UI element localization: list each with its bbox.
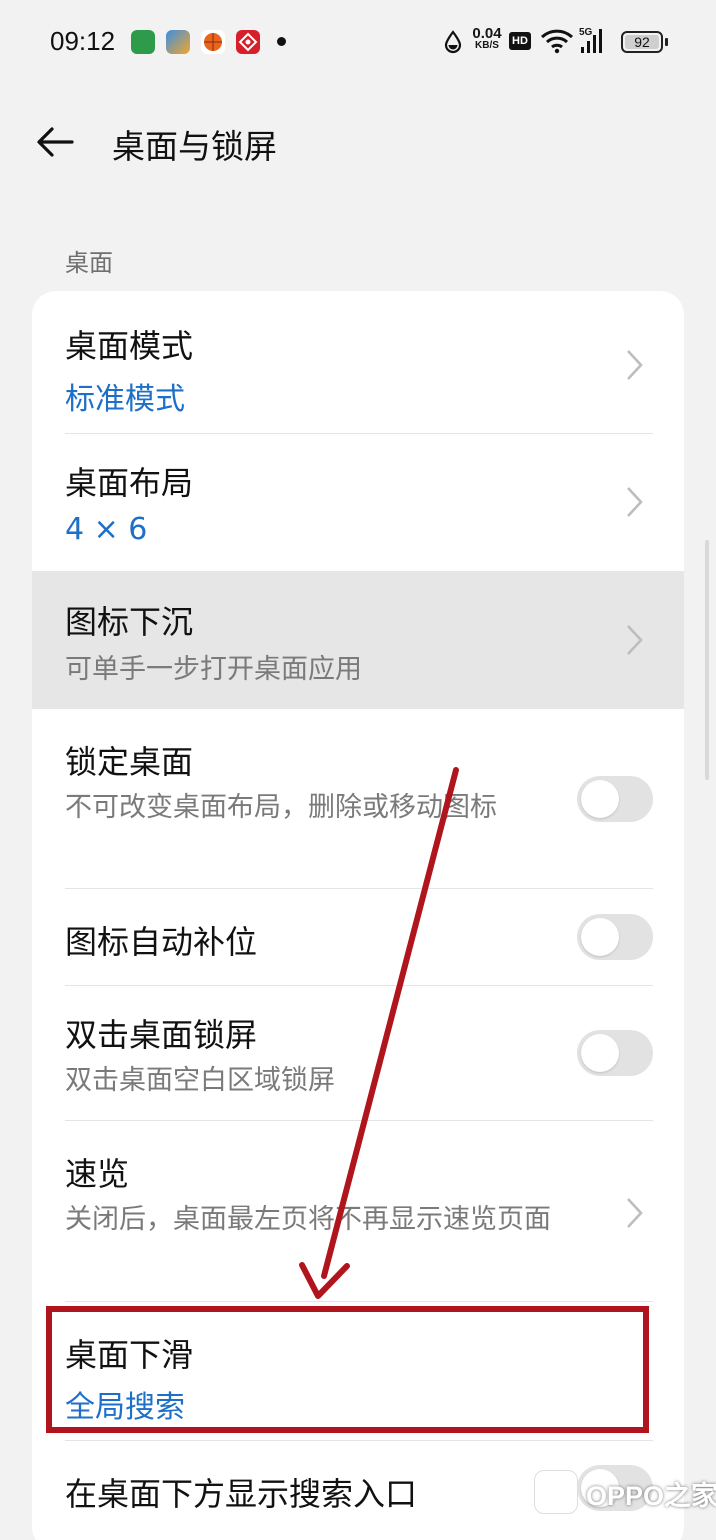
red-pattern-app-icon: [236, 30, 260, 54]
setting-title: 图标下沉: [65, 603, 194, 641]
page-title: 桌面与锁屏: [112, 127, 277, 166]
lock-desktop-toggle[interactable]: [577, 776, 653, 822]
chevron-right-icon: [627, 625, 643, 655]
battery-level: 92: [634, 34, 650, 50]
setting-desktop-layout[interactable]: 桌面布局 4 × 6: [32, 434, 684, 571]
net-speed: 0.04 KB/S: [469, 26, 505, 51]
chevron-right-icon: [627, 487, 643, 517]
data-saver-icon: [443, 30, 463, 54]
section-label-desktop: 桌面: [65, 249, 113, 277]
setting-title: 桌面模式: [65, 327, 194, 365]
setting-icon-auto-fill[interactable]: 图标自动补位: [32, 889, 684, 985]
setting-title: 锁定桌面: [65, 743, 194, 781]
watermark-text: OPPO之家: [586, 1481, 716, 1511]
setting-title: 双击桌面锁屏: [65, 1016, 258, 1054]
net-speed-value: 0.04: [472, 25, 502, 42]
store-app-icon: [166, 30, 190, 54]
battery-icon: 92: [621, 31, 663, 53]
status-bar: 09:12 0.04 KB/S HD 5G 92: [0, 0, 716, 84]
setting-value: 4 × 6: [65, 512, 148, 547]
back-button[interactable]: [32, 118, 80, 166]
basketball-app-icon: [201, 30, 225, 54]
setting-subtitle: 关闭后，桌面最左页将不再显示速览页面: [65, 1204, 551, 1235]
net-speed-unit: KB/S: [475, 40, 499, 51]
scrollbar[interactable]: [705, 540, 709, 780]
setting-quick-view[interactable]: 速览 关闭后，桌面最左页将不再显示速览页面: [32, 1121, 684, 1301]
setting-title: 图标自动补位: [65, 923, 258, 961]
wifi-icon: [540, 28, 574, 54]
setting-lock-desktop[interactable]: 锁定桌面 不可改变桌面布局，删除或移动图标: [32, 709, 684, 888]
arrow-left-icon: [37, 127, 74, 157]
setting-icon-sink[interactable]: 图标下沉 可单手一步打开桌面应用: [32, 571, 684, 709]
setting-desktop-mode[interactable]: 桌面模式 标准模式: [32, 291, 684, 433]
icon-auto-fill-toggle[interactable]: [577, 914, 653, 960]
double-tap-lock-toggle[interactable]: [577, 1030, 653, 1076]
watermark: OPPO之家: [534, 1462, 716, 1528]
setting-subtitle: 双击桌面空白区域锁屏: [65, 1065, 335, 1096]
signal-icon: 5G: [579, 27, 609, 55]
setting-title: 速览: [65, 1155, 130, 1193]
notification-dot: [277, 37, 286, 46]
oppo-app-icon: [131, 30, 155, 54]
setting-title: 桌面布局: [65, 464, 194, 502]
setting-subtitle: 不可改变桌面布局，删除或移动图标: [65, 792, 497, 823]
setting-title: 在桌面下方显示搜索入口: [65, 1475, 418, 1513]
setting-subtitle: 可单手一步打开桌面应用: [65, 654, 362, 685]
status-time: 09:12: [50, 26, 116, 56]
setting-value: 标准模式: [65, 382, 185, 417]
hd-badge: HD: [509, 32, 531, 50]
watermark-logo-icon: [534, 1470, 578, 1514]
setting-double-tap-lock[interactable]: 双击桌面锁屏 双击桌面空白区域锁屏: [32, 986, 684, 1120]
chevron-right-icon: [627, 1198, 643, 1228]
chevron-right-icon: [627, 350, 643, 380]
annotation-highlight-box: [46, 1306, 649, 1433]
